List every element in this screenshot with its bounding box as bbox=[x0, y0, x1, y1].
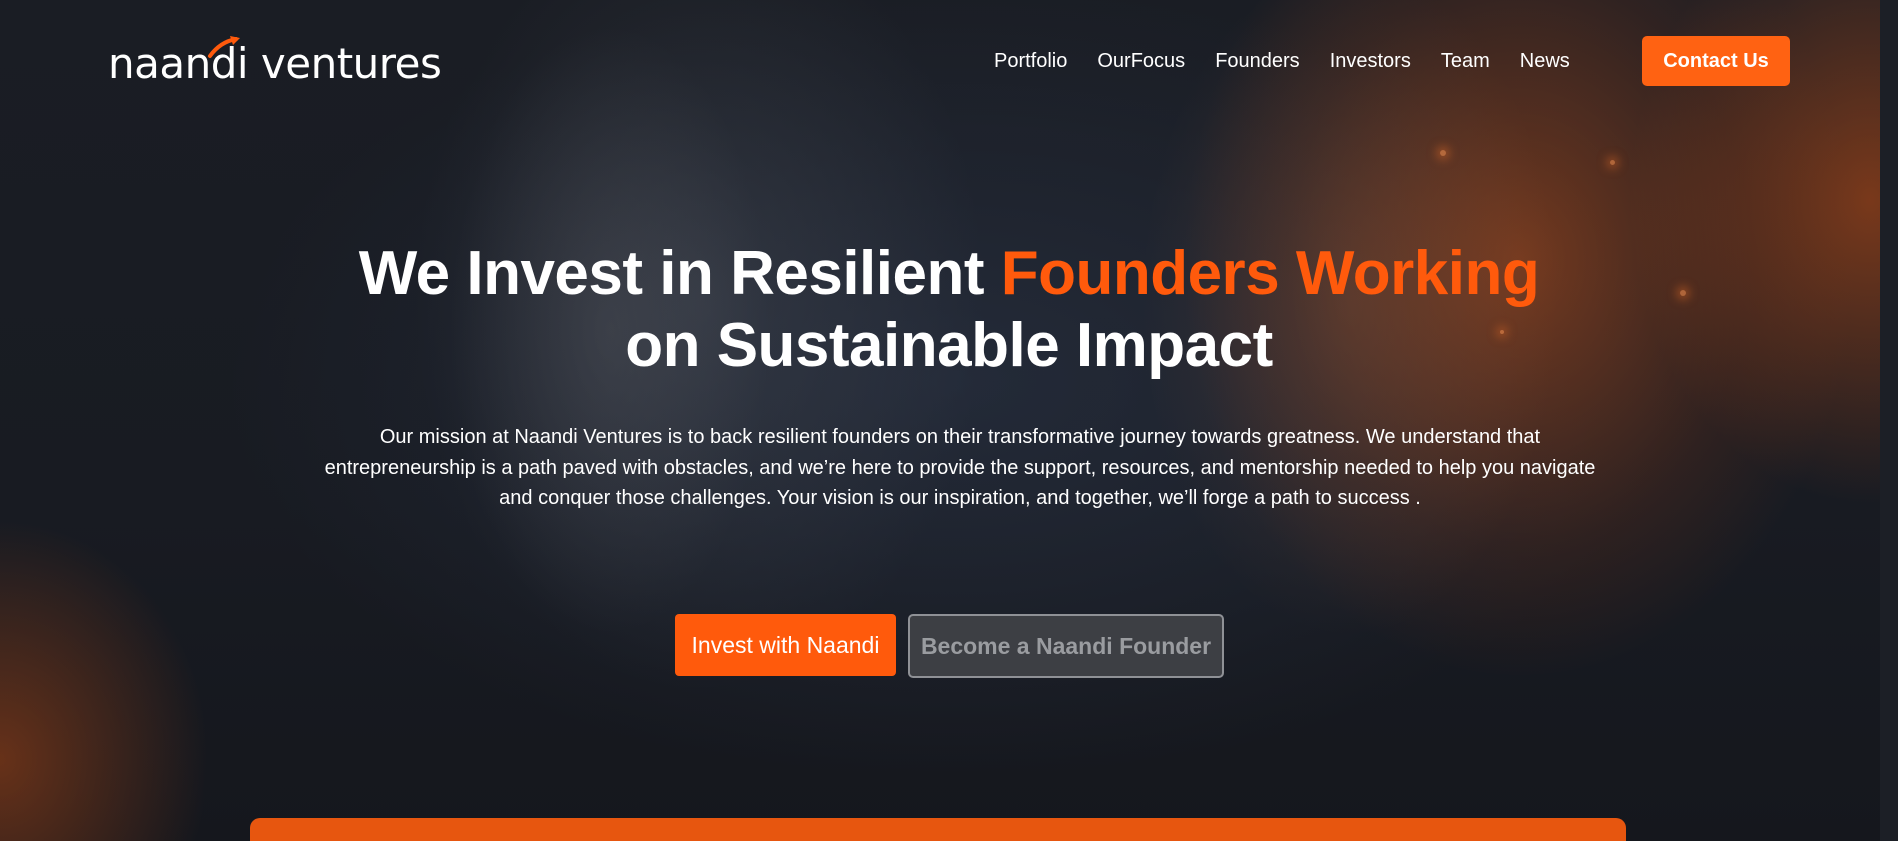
background-human-face bbox=[360, 0, 820, 841]
invest-with-naandi-button[interactable]: Invest with Naandi bbox=[675, 614, 896, 676]
nav-item-portfolio[interactable]: Portfolio bbox=[994, 50, 1067, 73]
background-robot-face bbox=[1050, 0, 1670, 841]
become-founder-button[interactable]: Become a Naandi Founder bbox=[908, 614, 1224, 678]
background-glow-dot bbox=[1610, 160, 1615, 165]
background-glow-dot bbox=[1440, 150, 1446, 156]
site-header: naandi ventures Portfolio OurFocus Found… bbox=[0, 0, 1898, 125]
rocket-icon bbox=[208, 36, 240, 58]
naandi-ventures-logo[interactable]: naandi ventures bbox=[108, 36, 442, 88]
nav-item-news[interactable]: News bbox=[1520, 50, 1570, 73]
hero-headline: We Invest in Resilient Founders Working … bbox=[200, 238, 1698, 382]
headline-accent: Founders Working bbox=[1000, 239, 1540, 308]
next-section-card bbox=[250, 818, 1626, 841]
logo-wordmark: naandi ventures bbox=[108, 38, 442, 88]
hero-page: naandi ventures Portfolio OurFocus Found… bbox=[0, 0, 1898, 841]
headline-part-1: We Invest in Resilient bbox=[358, 239, 1001, 308]
hero-description: Our mission at Naandi Ventures is to bac… bbox=[324, 426, 1596, 509]
nav-item-our-focus[interactable]: OurFocus bbox=[1097, 50, 1185, 73]
headline-part-2: on Sustainable Impact bbox=[625, 311, 1273, 380]
nav-item-investors[interactable]: Investors bbox=[1330, 50, 1411, 73]
contact-us-button[interactable]: Contact Us bbox=[1642, 36, 1790, 86]
hero-cta-group: Invest with Naandi Become a Naandi Found… bbox=[675, 614, 1224, 678]
main-nav: Portfolio OurFocus Founders Investors Te… bbox=[994, 45, 1600, 77]
nav-item-team[interactable]: Team bbox=[1441, 50, 1490, 73]
nav-item-founders[interactable]: Founders bbox=[1215, 50, 1300, 73]
scrollbar-track[interactable] bbox=[1880, 0, 1898, 841]
